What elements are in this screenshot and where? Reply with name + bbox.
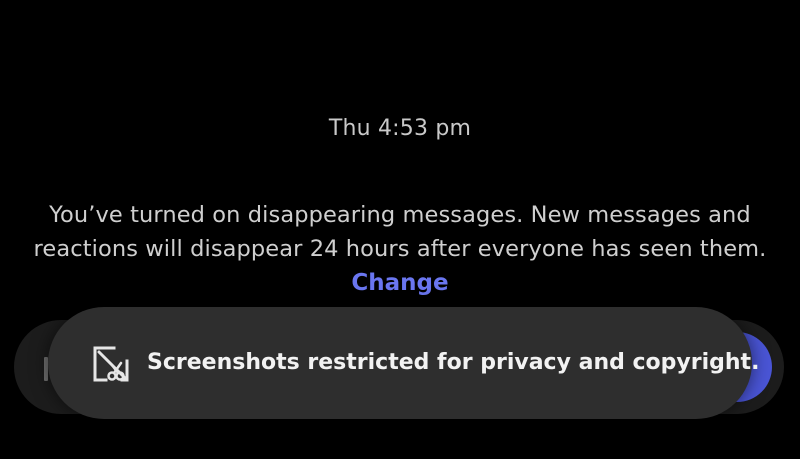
screenshot-restricted-icon: [92, 345, 130, 383]
message-timestamp: Thu 4:53 pm: [328, 116, 472, 141]
toast-message: Screenshots restricted for privacy and c…: [147, 350, 760, 375]
notice-line-1: You’ve turned on disappearing messages. …: [49, 202, 751, 228]
change-link[interactable]: Change: [0, 270, 800, 296]
notice-line-2: reactions will disappear 24 hours after …: [33, 236, 767, 262]
disappearing-messages-notice: You’ve turned on disappearing messages. …: [0, 198, 800, 266]
